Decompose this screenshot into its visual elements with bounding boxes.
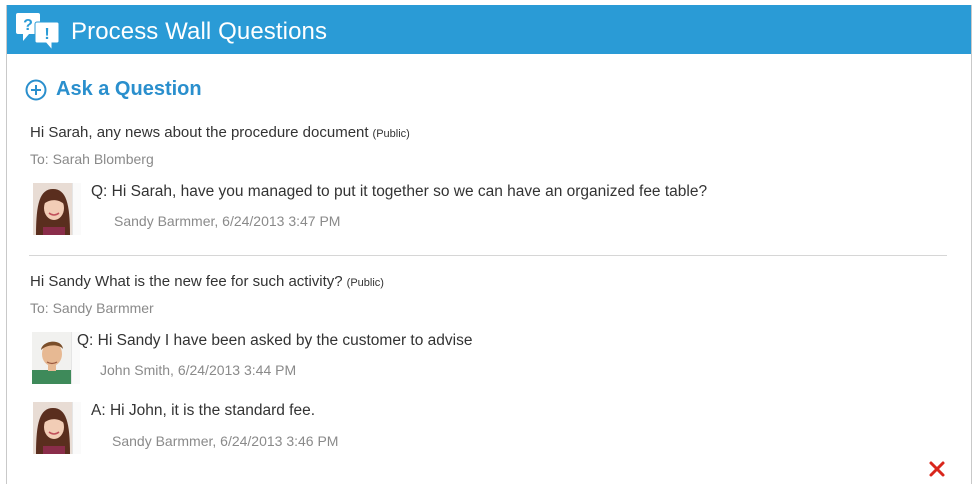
page-title: Process Wall Questions	[71, 18, 328, 45]
message-meta: John Smith, 6/24/2013 3:44 PM	[100, 362, 297, 378]
thread-recipient: To: Sandy Barmmer	[30, 300, 154, 316]
svg-text:!: !	[44, 26, 49, 43]
message-meta: Sandy Barmmer, 6/24/2013 3:47 PM	[114, 213, 341, 229]
avatar	[33, 402, 81, 454]
close-x-icon[interactable]	[928, 460, 946, 478]
avatar	[32, 332, 80, 384]
visibility-badge: (Public)	[346, 277, 384, 289]
avatar	[33, 183, 81, 235]
ask-question-button[interactable]: Ask a Question	[25, 78, 202, 101]
question-exclamation-icon: ? !	[16, 13, 60, 51]
thread-title[interactable]: Hi Sandy What is the new fee for such ac…	[30, 273, 384, 290]
thread-divider	[29, 255, 947, 256]
woman-avatar-icon	[33, 183, 73, 235]
thread-title-text: Hi Sarah, any news about the procedure d…	[30, 124, 369, 141]
thread-title-text: Hi Sandy What is the new fee for such ac…	[30, 273, 343, 290]
panel-header: ? ! Process Wall Questions	[7, 5, 971, 54]
visibility-badge: (Public)	[372, 128, 410, 140]
message-meta: Sandy Barmmer, 6/24/2013 3:46 PM	[112, 433, 339, 449]
woman-avatar-icon	[33, 402, 73, 454]
ask-question-label: Ask a Question	[56, 78, 202, 100]
svg-text:?: ?	[23, 17, 33, 34]
plus-circle-icon	[25, 79, 47, 100]
message-text: Q: Hi Sandy I have been asked by the cus…	[77, 332, 473, 349]
thread-recipient: To: Sarah Blomberg	[30, 151, 154, 167]
man-avatar-icon	[32, 332, 72, 384]
thread-title[interactable]: Hi Sarah, any news about the procedure d…	[30, 124, 410, 141]
message-text: A: Hi John, it is the standard fee.	[91, 402, 316, 419]
message-text: Q: Hi Sarah, have you managed to put it …	[91, 183, 708, 200]
